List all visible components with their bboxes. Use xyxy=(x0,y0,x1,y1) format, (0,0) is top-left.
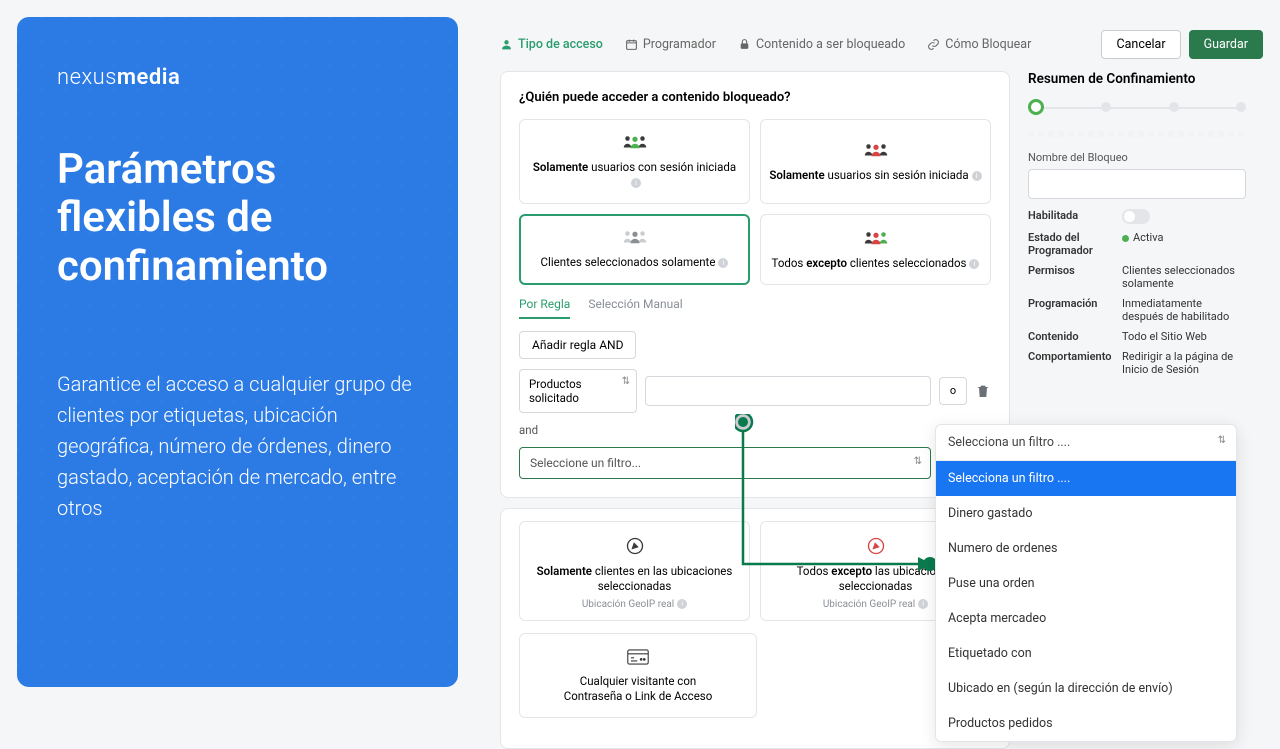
people-green-icon xyxy=(620,134,650,152)
people-grey-icon xyxy=(620,229,650,247)
enabled-toggle[interactable] xyxy=(1122,209,1150,224)
dropdown-header[interactable]: Selecciona un filtro .... xyxy=(936,425,1236,461)
people-mixed-icon xyxy=(861,230,891,248)
state-label: Estado del Programador xyxy=(1028,231,1112,257)
promo-body: Garantice el acceso a cualquier grupo de… xyxy=(57,369,418,524)
calendar-icon xyxy=(625,38,638,51)
subtab-manual[interactable]: Selección Manual xyxy=(588,297,682,319)
tab-scheduler[interactable]: Programador xyxy=(625,37,716,52)
info-icon[interactable]: i xyxy=(631,178,641,188)
dropdown-option[interactable]: Productos pedidos xyxy=(936,706,1236,741)
location-panel: Solamente clientes en las ubicaciones se… xyxy=(500,508,1010,749)
lock-icon xyxy=(738,38,751,51)
dropdown-option[interactable]: Puse una orden xyxy=(936,566,1236,601)
dropdown-option[interactable]: Ubicado en (según la dirección de envío) xyxy=(936,671,1236,706)
tab-access-type[interactable]: Tipo de acceso xyxy=(500,37,603,52)
user-icon xyxy=(500,38,513,51)
tab-how-label: Cómo Bloquear xyxy=(945,37,1031,52)
divider xyxy=(1028,131,1246,137)
panel-heading: ¿Quién puede acceder a contenido bloquea… xyxy=(519,90,991,105)
compass-red-icon xyxy=(866,536,886,556)
card-selected-customers-only[interactable]: Clientes seleccionados solamentei xyxy=(519,214,750,285)
dropdown-option[interactable]: Dinero gastado xyxy=(936,496,1236,531)
dropdown-option[interactable]: Numero de ordenes xyxy=(936,531,1236,566)
step-dot xyxy=(1101,102,1111,112)
filter-type-select[interactable]: Productos solicitado xyxy=(519,369,637,413)
link-icon xyxy=(927,38,940,51)
filter-dropdown-popover: Selecciona un filtro .... Selecciona un … xyxy=(935,424,1237,742)
or-button[interactable]: o xyxy=(939,377,967,405)
card-only-locations[interactable]: Solamente clientes en las ubicaciones se… xyxy=(519,521,750,621)
sched-value: Inmediatamente después de habilitado xyxy=(1122,297,1246,323)
tab-scheduler-label: Programador xyxy=(643,37,716,52)
brand-logo-bold: media xyxy=(117,65,180,90)
subtab-by-rule[interactable]: Por Regla xyxy=(519,297,570,319)
info-icon[interactable]: i xyxy=(718,258,728,268)
access-panel: ¿Quién puede acceder a contenido bloquea… xyxy=(500,71,1010,498)
info-icon[interactable]: i xyxy=(677,599,687,609)
step-dot xyxy=(1236,102,1246,112)
behav-value: Redirigir a la página de Inicio de Sesió… xyxy=(1122,350,1246,376)
password-icon xyxy=(627,648,649,666)
filter-select-wide[interactable]: Seleccione un filtro... xyxy=(519,447,931,479)
card-password-link[interactable]: Cualquier visitante conContraseña o Link… xyxy=(519,633,757,718)
filter-value-input[interactable] xyxy=(645,376,931,406)
promo-title: Parámetros flexibles de confinamiento xyxy=(57,146,418,291)
perms-value: Clientes seleccionados solamente xyxy=(1122,264,1246,290)
dropdown-option[interactable]: Selecciona un filtro .... xyxy=(936,461,1236,496)
brand-logo-light: nexus xyxy=(57,65,117,90)
status-dot-icon xyxy=(1122,235,1129,242)
card-logged-in-only[interactable]: Solamente usuarios con sesión iniciadai xyxy=(519,119,750,204)
state-value: Activa xyxy=(1133,231,1163,244)
tab-content-label: Contenido a ser bloqueado xyxy=(756,37,905,52)
dropdown-option[interactable]: Acepta mercadeo xyxy=(936,601,1236,636)
brand-logo: nexusmedia xyxy=(57,65,418,90)
lock-name-input[interactable] xyxy=(1028,169,1246,199)
save-button[interactable]: Guardar xyxy=(1189,30,1263,59)
lock-name-field: Nombre del Bloqueo xyxy=(1028,151,1246,199)
tab-content-to-lock[interactable]: Contenido a ser bloqueado xyxy=(738,37,905,52)
info-icon[interactable]: i xyxy=(918,599,928,609)
summary-title: Resumen de Confinamiento xyxy=(1028,71,1246,87)
info-icon[interactable]: i xyxy=(972,171,982,181)
content-label: Contenido xyxy=(1028,330,1112,343)
people-red-icon xyxy=(861,142,891,160)
summary-sidebar: Resumen de Confinamiento Nombre del Bloq… xyxy=(1028,71,1246,383)
promo-panel: nexusmedia Parámetros flexibles de confi… xyxy=(17,17,458,687)
tab-how-to-lock[interactable]: Cómo Bloquear xyxy=(927,37,1031,52)
and-label: and xyxy=(519,423,991,437)
dropdown-option[interactable]: Etiquetado con xyxy=(936,636,1236,671)
card-logged-out-only[interactable]: Solamente usuarios sin sesión iniciadai xyxy=(760,119,991,204)
lock-name-label: Nombre del Bloqueo xyxy=(1028,151,1246,164)
rule-subtabs: Por Regla Selección Manual xyxy=(519,297,991,319)
step-dot xyxy=(1169,102,1179,112)
tab-access-label: Tipo de acceso xyxy=(518,37,603,52)
cancel-button[interactable]: Cancelar xyxy=(1101,30,1180,59)
card-all-except-selected[interactable]: Todos excepto clientes seleccionadosi xyxy=(760,214,991,285)
behav-label: Comportamiento xyxy=(1028,350,1112,376)
sched-label: Programación xyxy=(1028,297,1112,323)
content-value: Todo el Sitio Web xyxy=(1122,330,1246,343)
add-and-rule-button[interactable]: Añadir regla AND xyxy=(519,331,636,359)
enabled-label: Habilitada xyxy=(1028,209,1112,224)
perms-label: Permisos xyxy=(1028,264,1112,290)
progress-stepper xyxy=(1028,99,1246,115)
top-tabs: Tipo de acceso Programador Contenido a s… xyxy=(500,30,1263,59)
compass-icon xyxy=(625,536,645,556)
trash-icon[interactable] xyxy=(975,383,991,399)
step-dot xyxy=(1028,99,1044,115)
info-icon[interactable]: i xyxy=(969,259,979,269)
